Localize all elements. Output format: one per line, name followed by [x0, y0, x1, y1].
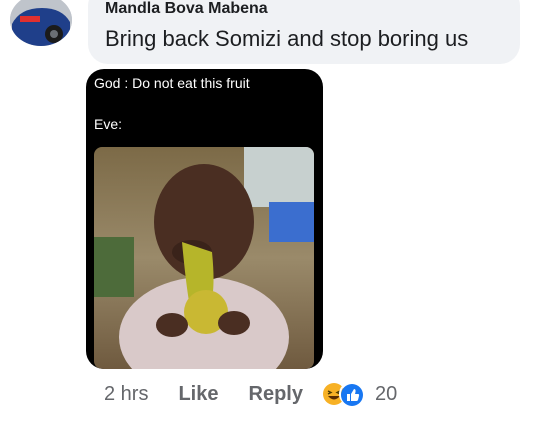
reply-button[interactable]: Reply — [249, 383, 303, 406]
comment-timestamp[interactable]: 2 hrs — [104, 383, 148, 406]
reaction-count: 20 — [374, 382, 398, 405]
comment-author[interactable]: Mandla Bova Mabena — [105, 0, 268, 18]
comment-attachment-image[interactable]: God : Do not eat this fruit Eve: — [86, 69, 323, 369]
comment-text: Bring back Somizi and stop boring us — [105, 26, 469, 51]
avatar[interactable] — [10, 0, 72, 46]
comment-actions: 2 hrs Like Reply 20 — [104, 380, 397, 408]
like-reaction-icon — [338, 382, 363, 406]
meme-caption-line-2: Eve: — [94, 116, 123, 132]
meme-caption-line-1: God : Do not eat this fruit — [94, 75, 250, 91]
reactions-summary[interactable]: 20 — [322, 382, 398, 406]
meme-photo — [94, 147, 314, 369]
like-button[interactable]: Like — [178, 383, 218, 406]
